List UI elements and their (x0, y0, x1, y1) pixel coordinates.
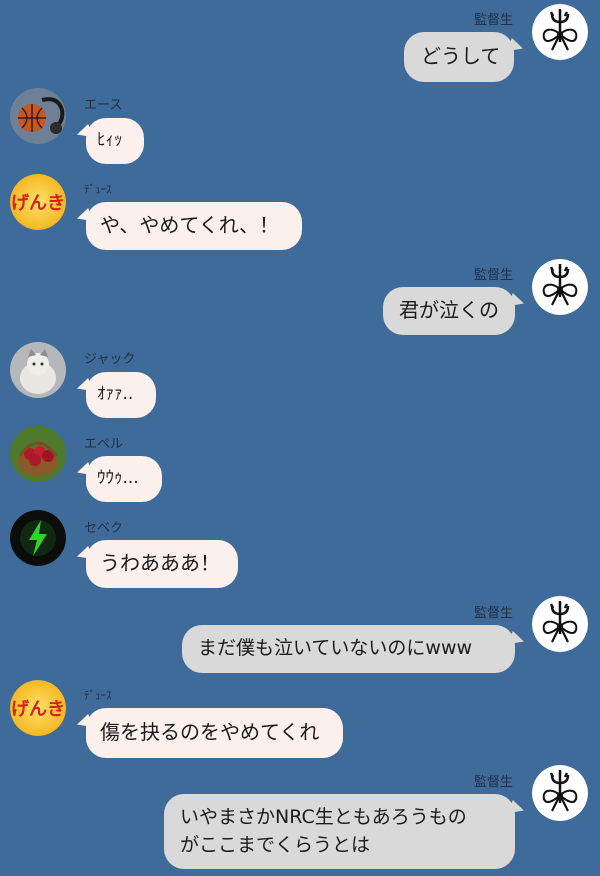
message-bubble[interactable]: いやまさかNRC生ともあろうもの がここまでくらうとは (164, 794, 515, 869)
ribbon-trident-icon[interactable] (532, 596, 588, 652)
message-text-line: がここまでくらうとは (180, 834, 371, 856)
lightning-icon[interactable] (10, 510, 66, 566)
message-text-line: いやまさかNRC生ともあろうもの (180, 806, 467, 828)
sender-name: ジャック (84, 352, 136, 367)
sender-name: ﾃﾞｭｰｽ (84, 689, 112, 702)
genki-label: げんき (11, 193, 65, 214)
message-bubble[interactable]: ｳｳｩ... (86, 456, 162, 502)
sender-name: エペル (84, 437, 124, 452)
message-text: ｵｧｧ.. (97, 384, 134, 404)
basketball-icon[interactable] (10, 88, 66, 144)
message-bubble[interactable]: や、やめてくれ、！ (86, 202, 302, 250)
ribbon-trident-icon[interactable] (532, 765, 588, 821)
genki-label: げんき (11, 699, 65, 720)
message-text: ｳｳｩ... (97, 468, 139, 488)
message-text: 君が泣くの (399, 298, 499, 322)
sender-name: 監督生 (474, 775, 514, 790)
message-bubble[interactable]: 君が泣くの (383, 287, 515, 335)
cat-icon[interactable] (10, 342, 66, 398)
sender-name: 監督生 (474, 13, 514, 28)
message-bubble[interactable]: ﾋｨｯ (86, 118, 144, 164)
message-text: 傷を抉るのをやめてくれ (100, 720, 320, 744)
sender-name: セベク (84, 521, 124, 536)
message-text: どうして (421, 44, 501, 68)
ribbon-trident-icon[interactable] (532, 259, 588, 315)
sender-name: ﾃﾞｭｰｽ (84, 183, 112, 196)
sender-name: 監督生 (474, 268, 514, 283)
sender-name: 監督生 (474, 606, 514, 621)
genki-icon[interactable]: げんき (10, 174, 66, 230)
message-bubble[interactable]: まだ僕も泣いていないのにwww (182, 625, 515, 673)
message-bubble[interactable]: うわあああ！ (86, 540, 238, 588)
message-text: うわあああ！ (100, 551, 220, 575)
message-bubble[interactable]: ｵｧｧ.. (86, 372, 156, 418)
message-text: ﾋｨｯ (97, 130, 123, 150)
ribbon-trident-icon[interactable] (532, 4, 588, 60)
message-text: まだ僕も泣いていないのにwww (198, 637, 473, 659)
message-bubble[interactable]: 傷を抉るのをやめてくれ (86, 708, 343, 758)
apple-basket-icon[interactable] (10, 426, 66, 482)
sender-name: エース (84, 98, 123, 113)
message-bubble[interactable]: どうして (404, 32, 514, 82)
genki-icon[interactable]: げんき (10, 680, 66, 736)
message-text: や、やめてくれ、！ (100, 213, 279, 237)
